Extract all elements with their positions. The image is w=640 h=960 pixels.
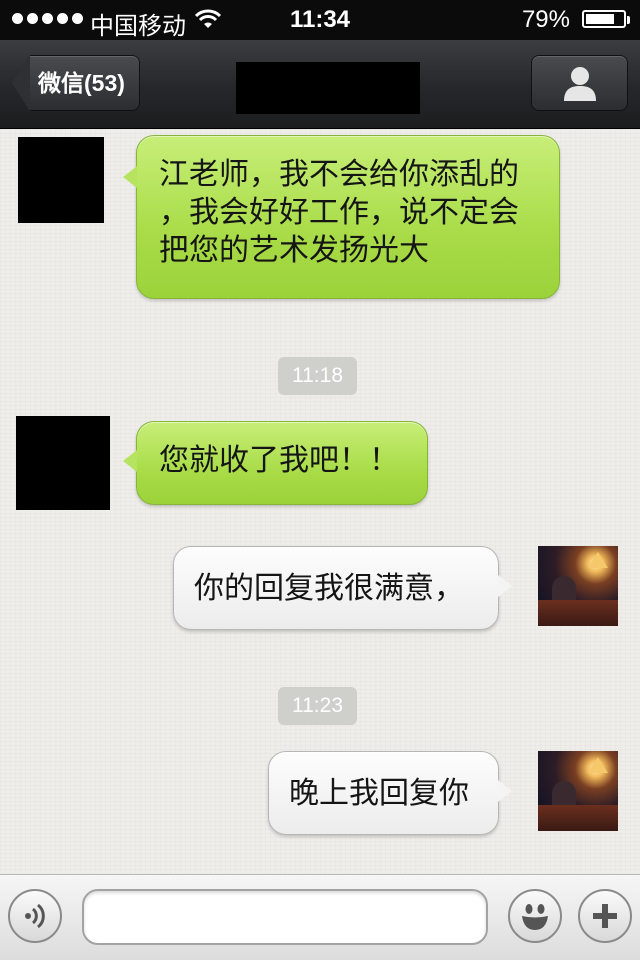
back-button-label: 微信(53) [30,55,140,111]
input-bar [0,874,640,960]
message-text: 你的回复我很满意， [194,571,464,606]
back-button[interactable]: 微信(53) [12,55,140,111]
message-text: 晚上我回复你 [289,776,469,811]
bubble-tail [123,450,137,472]
plus-icon [593,904,617,928]
my-avatar[interactable] [538,751,618,831]
bubble-tail [498,780,512,802]
sent-message-bubble[interactable]: 你的回复我很满意， [173,546,512,630]
received-message-bubble[interactable]: 江老师，我不会给你添乱的 ，我会好好工作，说不定会 把您的艺术发扬光大 [123,135,560,299]
message-text-line: 江老师，我不会给你添乱的 [159,157,519,192]
voice-button[interactable] [8,889,62,943]
battery-icon [582,10,630,28]
bubble-tail [123,166,137,188]
message-text: 您就收了我吧！！ [159,443,399,478]
battery-percent: 79% [521,6,570,33]
bubble-tail [498,575,512,597]
message-timestamp: 11:18 [278,357,357,395]
my-avatar[interactable] [538,546,618,626]
battery-level-fill [586,14,614,24]
contact-avatar[interactable] [16,416,110,510]
back-arrow-icon [12,55,30,111]
profile-button[interactable] [531,55,628,111]
chat-message-list[interactable]: 江老师，我不会给你添乱的 ，我会好好工作，说不定会 把您的艺术发扬光大 11:1… [0,129,640,874]
emoji-button[interactable] [508,889,562,943]
navigation-bar: 微信(53) [0,40,640,129]
voice-icon [25,903,45,929]
message-text-line: 把您的艺术发扬光大 [159,233,429,268]
emoji-icon [522,904,548,930]
contact-avatar[interactable] [18,137,104,223]
sent-message-bubble[interactable]: 晚上我回复你 [268,751,512,835]
message-timestamp: 11:23 [278,687,357,725]
received-message-bubble[interactable]: 您就收了我吧！！ [123,421,428,505]
message-text-line: ，我会好好工作，说不定会 [159,195,519,230]
chat-title-redacted [236,62,420,114]
status-bar: 中国移动 11:34 79% [0,0,640,40]
message-input[interactable] [82,889,488,945]
plus-button[interactable] [578,889,632,943]
person-icon [563,67,596,101]
